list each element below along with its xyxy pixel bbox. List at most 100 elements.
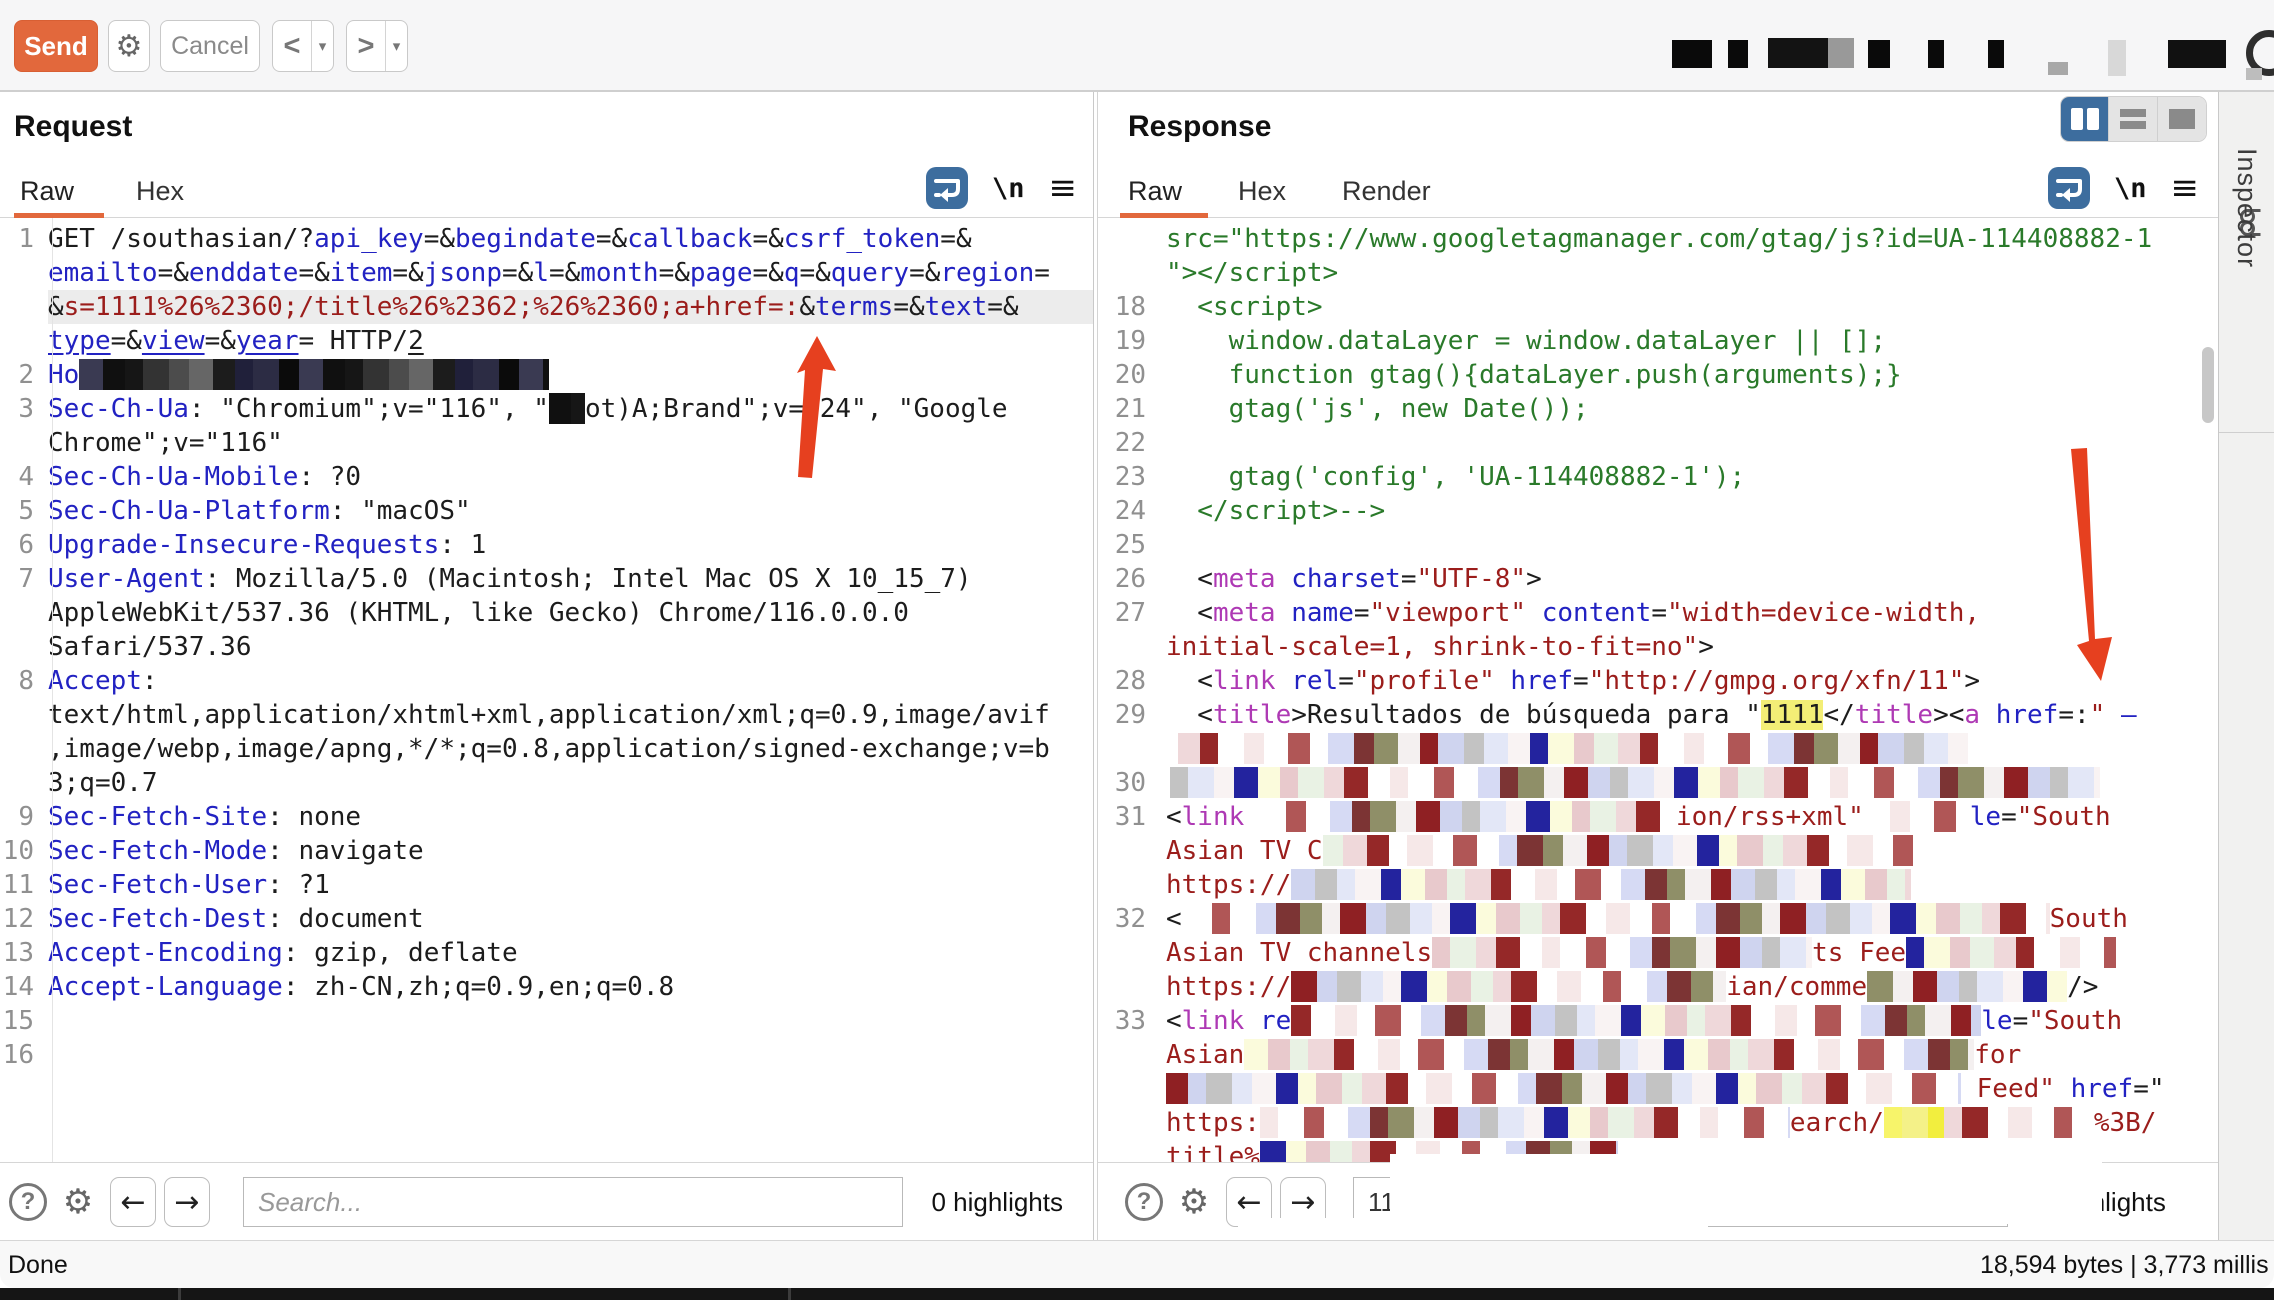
code-row[interactable]: emailto=&enddate=&item=&jsonp=&l=&month=… xyxy=(0,256,1093,290)
code-row[interactable]: 16 xyxy=(0,1038,1093,1072)
request-search-input[interactable] xyxy=(243,1177,903,1227)
code-row[interactable]: 20 function gtag(){dataLayer.push(argume… xyxy=(1098,358,2218,392)
code-row[interactable]: 19 window.dataLayer = window.dataLayer |… xyxy=(1098,324,2218,358)
code-token: =& xyxy=(799,258,830,288)
code-row[interactable]: https:earch/%3B/ xyxy=(1098,1106,2218,1140)
send-button[interactable]: Send xyxy=(14,20,98,72)
code-row[interactable]: 29 <title>Resultados de búsqueda para "1… xyxy=(1098,698,2218,732)
code-row[interactable]: AppleWebKit/537.36 (KHTML, like Gecko) C… xyxy=(0,596,1093,630)
code-row[interactable]: 21 gtag('js', new Date()); xyxy=(1098,392,2218,426)
line-number: 18 xyxy=(1098,290,1156,324)
code-row[interactable]: 1GET /southasian/?api_key=&begindate=&ca… xyxy=(0,222,1093,256)
code-token: =& xyxy=(596,224,627,254)
response-editor[interactable]: src="https://www.googletagmanager.com/gt… xyxy=(1098,218,2218,1162)
code-row[interactable]: 3;q=0.7 xyxy=(0,766,1093,800)
code-row[interactable]: 18 <script> xyxy=(1098,290,2218,324)
code-row[interactable]: 11Sec-Fetch-User: ?1 xyxy=(0,868,1093,902)
search-settings-gear-icon[interactable]: ⚙ xyxy=(56,1177,100,1227)
code-row[interactable]: text/html,application/xhtml+xml,applicat… xyxy=(0,698,1093,732)
code-row[interactable]: ,image/webp,image/apng,*/*;q=0.8,applica… xyxy=(0,732,1093,766)
code-row[interactable]: 2Ho xyxy=(0,358,1093,392)
code-row[interactable]: 15 xyxy=(0,1004,1093,1038)
code-row[interactable]: 33<link rele="South xyxy=(1098,1004,2218,1038)
code-row[interactable]: 5Sec-Ch-Ua-Platform: "macOS" xyxy=(0,494,1093,528)
inspector-sidebar[interactable]: Inspector xyxy=(2218,92,2274,1240)
search-previous-button[interactable]: ← xyxy=(110,1177,156,1227)
code-row[interactable]: 22 xyxy=(1098,426,2218,460)
previous-dropdown-icon[interactable]: ▾ xyxy=(311,21,333,71)
code-row[interactable]: &s=1111%26%2360;/title%26%2362;%26%2360;… xyxy=(0,290,1093,324)
word-wrap-toggle-icon[interactable] xyxy=(926,167,968,209)
previous-request-button[interactable]: < ▾ xyxy=(272,20,334,72)
response-tab-hex[interactable]: Hex xyxy=(1238,176,1286,207)
code-row[interactable]: type=&view=&year= HTTP/2 xyxy=(0,324,1093,358)
line-number: 24 xyxy=(1098,494,1156,528)
code-row[interactable]: Asianfor xyxy=(1098,1038,2218,1072)
code-row[interactable]: 24 </script>--> xyxy=(1098,494,2218,528)
code-row[interactable]: https://ian/comme/> xyxy=(1098,970,2218,1004)
code-token: month xyxy=(580,258,658,288)
code-token: </ xyxy=(1823,700,1854,730)
code-token: link xyxy=(1182,802,1245,832)
code-row[interactable]: 10Sec-Fetch-Mode: navigate xyxy=(0,834,1093,868)
search-help-icon[interactable]: ? xyxy=(1122,1177,1166,1227)
layout-stacked-view-button[interactable] xyxy=(2109,97,2157,141)
code-row[interactable]: 27 <meta name="viewport" content="width=… xyxy=(1098,596,2218,630)
code-row[interactable]: 9Sec-Fetch-Site: none xyxy=(0,800,1093,834)
code-row[interactable]: Chrome";v="116" xyxy=(0,426,1093,460)
code-row[interactable]: 4Sec-Ch-Ua-Mobile: ?0 xyxy=(0,460,1093,494)
code-row[interactable]: 32<South xyxy=(1098,902,2218,936)
cancel-button[interactable]: Cancel xyxy=(160,20,260,72)
layout-split-view-button[interactable] xyxy=(2061,97,2109,141)
code-row[interactable]: 30 xyxy=(1098,766,2218,800)
request-tab-raw[interactable]: Raw xyxy=(20,176,74,207)
code-token: jsonp xyxy=(424,258,502,288)
search-help-icon[interactable]: ? xyxy=(6,1177,50,1227)
search-next-button[interactable]: → xyxy=(164,1177,210,1227)
code-row[interactable]: 12Sec-Fetch-Dest: document xyxy=(0,902,1093,936)
previous-arrow-icon[interactable]: < xyxy=(273,21,311,71)
response-tab-render[interactable]: Render xyxy=(1342,176,1431,207)
line-number xyxy=(0,596,46,630)
code-row[interactable]: Feed" href=" xyxy=(1098,1072,2218,1106)
code-row[interactable]: initial-scale=1, shrink-to-fit=no"> xyxy=(1098,630,2218,664)
editor-menu-icon[interactable]: ≡ xyxy=(1049,168,1078,208)
code-row[interactable]: 26 <meta charset="UTF-8"> xyxy=(1098,562,2218,596)
response-scrollbar-thumb[interactable] xyxy=(2202,347,2214,423)
code-row[interactable]: src="https://www.googletagmanager.com/gt… xyxy=(1098,222,2218,256)
code-row[interactable]: 23 gtag('config', 'UA-114408882-1'); xyxy=(1098,460,2218,494)
code-row[interactable]: 8Accept: xyxy=(0,664,1093,698)
show-newlines-toggle[interactable]: \n xyxy=(992,173,1025,204)
show-newlines-toggle[interactable]: \n xyxy=(2114,173,2147,204)
next-dropdown-icon[interactable]: ▾ xyxy=(385,21,407,71)
code-row[interactable]: 14Accept-Language: zh-CN,zh;q=0.9,en;q=0… xyxy=(0,970,1093,1004)
editor-menu-icon[interactable]: ≡ xyxy=(2171,168,2200,208)
code-row[interactable]: 13Accept-Encoding: gzip, deflate xyxy=(0,936,1093,970)
request-tab-hex[interactable]: Hex xyxy=(136,176,184,207)
code-row[interactable]: 28 <link rel="profile" href="http://gmpg… xyxy=(1098,664,2218,698)
code-row[interactable]: 3Sec-Ch-Ua: "Chromium";v="116", "ot)A;Br… xyxy=(0,392,1093,426)
code-row[interactable]: 7User-Agent: Mozilla/5.0 (Macintosh; Int… xyxy=(0,562,1093,596)
request-panel-header: Request Raw Hex \n ≡ xyxy=(0,92,1093,218)
inspector-tab-label[interactable]: Inspector xyxy=(2231,148,2262,268)
code-row[interactable]: https:// xyxy=(1098,868,2218,902)
line-number xyxy=(1098,256,1156,290)
code-token: function gtag(){dataLayer.push(arguments… xyxy=(1166,360,1902,390)
code-row[interactable]: 25 xyxy=(1098,528,2218,562)
code-row[interactable]: 31<link ion/rss+xml"le="South xyxy=(1098,800,2218,834)
code-row[interactable]: Asian TV C xyxy=(1098,834,2218,868)
line-number xyxy=(1098,1072,1156,1106)
layout-single-view-button[interactable] xyxy=(2158,97,2206,141)
code-row[interactable]: Safari/537.36 xyxy=(0,630,1093,664)
code-row[interactable]: "></script> xyxy=(1098,256,2218,290)
code-row[interactable]: Asian TV channelsts Fee xyxy=(1098,936,2218,970)
search-settings-gear-icon[interactable]: ⚙ xyxy=(1172,1177,1216,1227)
next-request-button[interactable]: > ▾ xyxy=(346,20,408,72)
next-arrow-icon[interactable]: > xyxy=(347,21,385,71)
response-tab-raw[interactable]: Raw xyxy=(1128,176,1182,207)
code-row[interactable]: 6Upgrade-Insecure-Requests: 1 xyxy=(0,528,1093,562)
request-editor[interactable]: 1GET /southasian/?api_key=&begindate=&ca… xyxy=(0,218,1093,1162)
request-settings-gear-icon[interactable]: ⚙ xyxy=(108,20,150,72)
code-row[interactable] xyxy=(1098,732,2218,766)
word-wrap-toggle-icon[interactable] xyxy=(2048,167,2090,209)
